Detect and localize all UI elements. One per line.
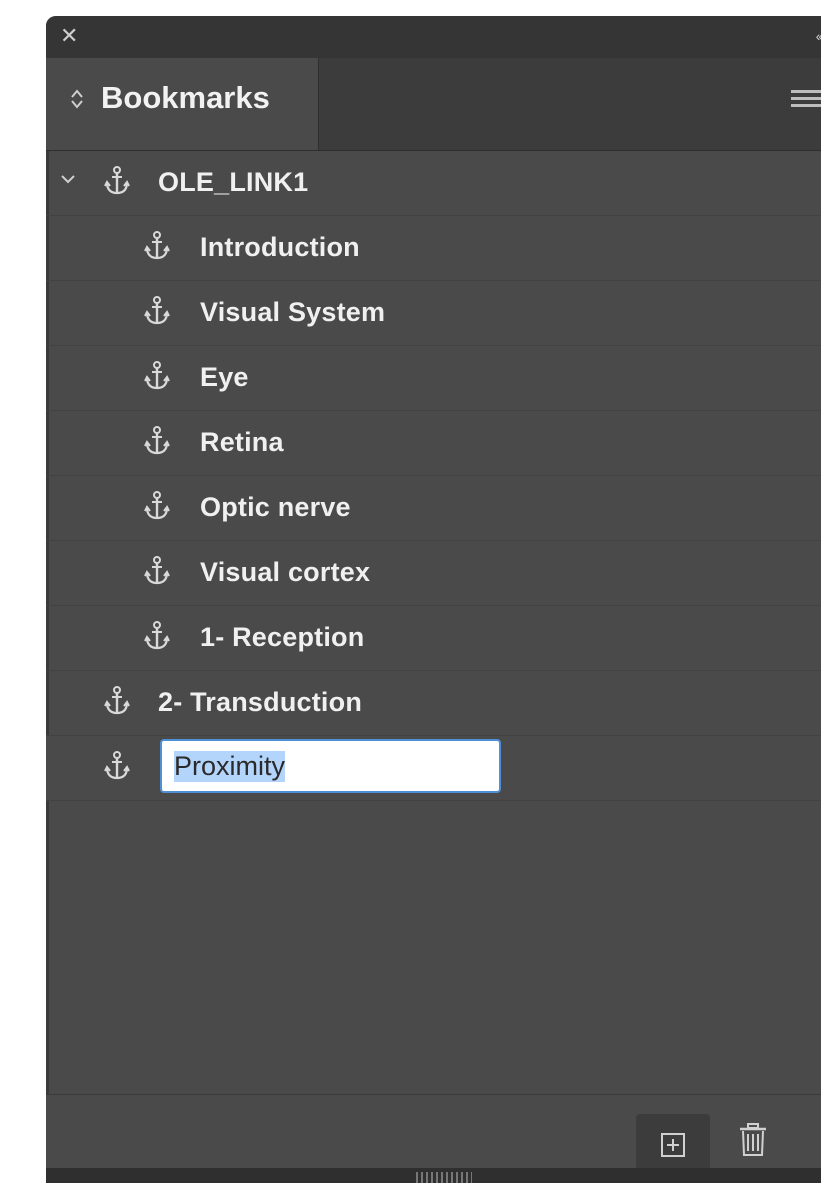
bookmark-label: 1- Reception — [200, 622, 365, 652]
tab-label: Bookmarks — [101, 80, 270, 115]
new-bookmark-button[interactable] — [636, 1114, 710, 1176]
chevron-down-icon[interactable] — [60, 171, 76, 187]
bookmark-label: Optic nerve — [200, 492, 351, 522]
anchor-icon — [104, 686, 130, 715]
sort-arrows-icon — [71, 89, 83, 109]
trash-icon — [740, 1123, 766, 1156]
bookmark-item[interactable]: Visual System — [46, 281, 821, 346]
resize-grip-icon[interactable] — [416, 1172, 472, 1183]
bookmark-rename-input[interactable] — [160, 739, 501, 793]
bookmark-item[interactable]: Introduction — [46, 216, 821, 281]
bookmark-item[interactable]: Eye — [46, 346, 821, 411]
bookmark-label: Introduction — [200, 232, 360, 262]
tab-strip: Bookmarks — [46, 58, 821, 151]
bookmark-item[interactable]: Retina — [46, 411, 821, 476]
anchor-icon — [144, 426, 170, 455]
delete-bookmark-button[interactable] — [733, 1120, 773, 1160]
bookmark-label: 2- Transduction — [158, 687, 363, 717]
panel-footer — [46, 1095, 821, 1176]
bookmark-label: OLE_LINK1 — [158, 167, 309, 197]
bookmark-label: Retina — [200, 427, 284, 457]
anchor-icon — [144, 361, 170, 390]
anchor-icon — [144, 556, 170, 585]
bookmark-item[interactable]: Visual cortex — [46, 541, 821, 606]
bookmark-item[interactable]: OLE_LINK1 — [46, 151, 821, 216]
bookmark-item[interactable]: 1- Reception — [46, 606, 821, 671]
anchor-icon — [144, 231, 170, 260]
close-icon[interactable]: ✕ — [60, 24, 84, 48]
collapse-panel-icon[interactable]: ‹‹ — [793, 26, 821, 46]
anchor-icon — [144, 621, 170, 650]
bookmark-label: Visual System — [200, 297, 386, 327]
anchor-icon — [144, 296, 170, 325]
bookmark-label: Eye — [200, 362, 249, 392]
bookmarks-panel: ✕ ‹‹ Bookmarks OLE_LINK1 Introduction Vi… — [46, 16, 821, 1183]
panel-title-bar: ✕ ‹‹ — [46, 16, 821, 58]
bookmark-tree: OLE_LINK1 Introduction Visual System Eye… — [46, 151, 821, 801]
panel-bottom-bar — [46, 1168, 821, 1183]
anchor-icon — [104, 751, 130, 780]
anchor-icon — [144, 491, 170, 520]
tab-bookmarks[interactable]: Bookmarks — [46, 58, 319, 150]
bookmark-label: Visual cortex — [200, 557, 371, 587]
panel-menu-icon[interactable] — [791, 90, 821, 114]
new-bookmark-icon — [661, 1133, 685, 1157]
anchor-icon — [104, 166, 130, 195]
bookmark-item[interactable]: 2- Transduction — [46, 671, 821, 736]
bookmark-item[interactable]: Optic nerve — [46, 476, 821, 541]
bookmark-item-renaming[interactable] — [46, 736, 821, 801]
